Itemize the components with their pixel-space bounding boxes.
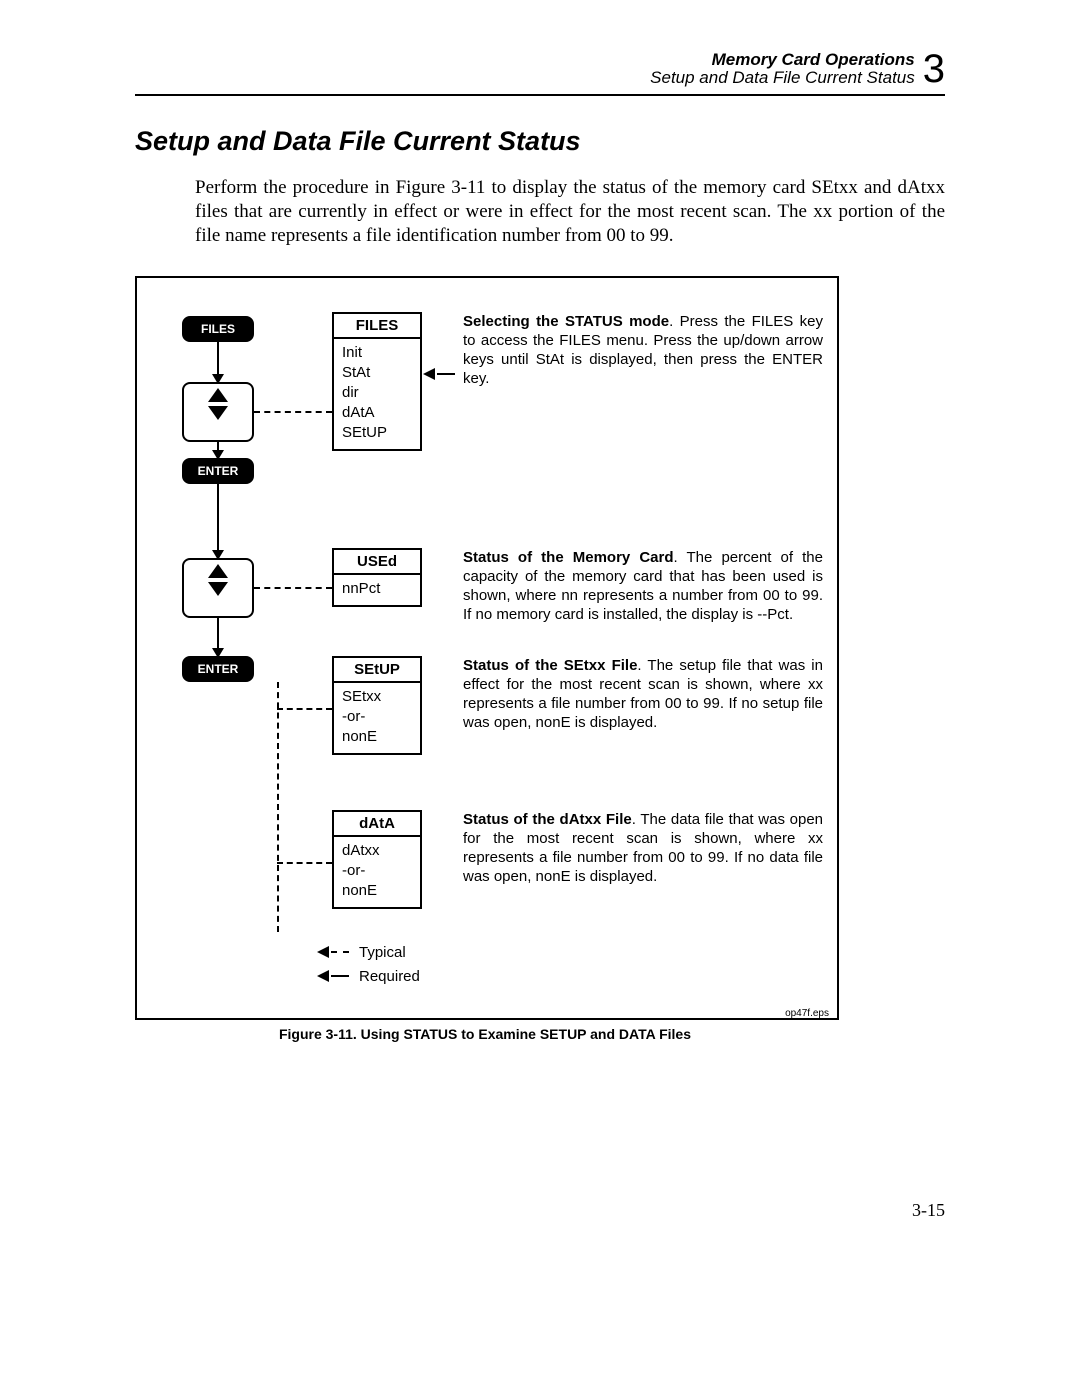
dashed-line-icon [331,951,349,953]
datxx-description: Status of the dAtxx File. The data file … [463,810,823,886]
menu-item: dir [342,383,412,403]
down-arrow-icon [208,406,228,420]
setxx-description: Status of the SEtxx File. The setup file… [463,656,823,732]
menu-item: nonE [342,727,412,747]
legend: Typical Required [317,940,420,988]
page-number: 3-15 [912,1200,945,1221]
up-down-key [182,382,254,442]
intro-paragraph: Perform the procedure in Figure 3-11 to … [195,176,945,248]
legend-typical: Typical [359,944,406,961]
dashed-connector [277,708,332,710]
header-title: Memory Card Operations [712,51,915,69]
enter-key: ENTER [182,656,254,682]
down-arrow-icon [208,582,228,596]
desc-bold: Status of the SEtxx File [463,657,637,674]
menu-header: USEd [334,550,420,575]
enter-key: ENTER [182,458,254,484]
menu-item: dAtA [342,403,412,423]
desc-bold: Selecting the STATUS mode [463,313,669,330]
arrow-left-icon [317,970,329,982]
files-menu: FILES Init StAt dir dAtA SEtUP [332,312,422,451]
solid-line-icon [331,975,349,977]
required-arrow-icon [423,368,465,380]
menu-item: Init [342,343,412,363]
used-menu: USEd nnPct [332,548,422,607]
desc-bold: Status of the dAtxx File [463,811,632,828]
menu-item: nnPct [342,579,412,599]
legend-required: Required [359,968,420,985]
desc-bold: Status of the Memory Card [463,549,674,566]
menu-item: -or- [342,707,412,727]
up-arrow-icon [208,564,228,578]
connector [217,484,219,558]
dashed-connector [277,682,279,932]
menu-item: SEtUP [342,423,412,443]
figure-caption: Figure 3-11. Using STATUS to Examine SET… [135,1026,835,1042]
up-arrow-icon [208,388,228,402]
dashed-connector [254,411,332,413]
setup-menu: SEtUP SEtxx -or- nonE [332,656,422,755]
memory-card-description: Status of the Memory Card. The percent o… [463,548,823,624]
menu-header: dAtA [334,812,420,837]
chapter-number: 3 [923,50,945,88]
dashed-connector [254,587,332,589]
section-title: Setup and Data File Current Status [135,126,945,157]
menu-item: -or- [342,861,412,881]
dashed-connector [277,862,332,864]
eps-filename: op47f.eps [785,1008,829,1019]
status-mode-description: Selecting the STATUS mode. Press the FIL… [463,312,823,388]
files-key: FILES [182,316,254,342]
arrow-left-icon [317,946,329,958]
menu-item: dAtxx [342,841,412,861]
up-down-key [182,558,254,618]
header-subtitle: Setup and Data File Current Status [650,69,915,87]
menu-item: SEtxx [342,687,412,707]
menu-header: FILES [334,314,420,339]
figure-box: FILES ENTER ENTER FILES Init S [135,276,839,1020]
header-rule [135,94,945,96]
menu-header: SEtUP [334,658,420,683]
menu-item: nonE [342,881,412,901]
data-menu: dAtA dAtxx -or- nonE [332,810,422,909]
menu-item: StAt [342,363,412,383]
